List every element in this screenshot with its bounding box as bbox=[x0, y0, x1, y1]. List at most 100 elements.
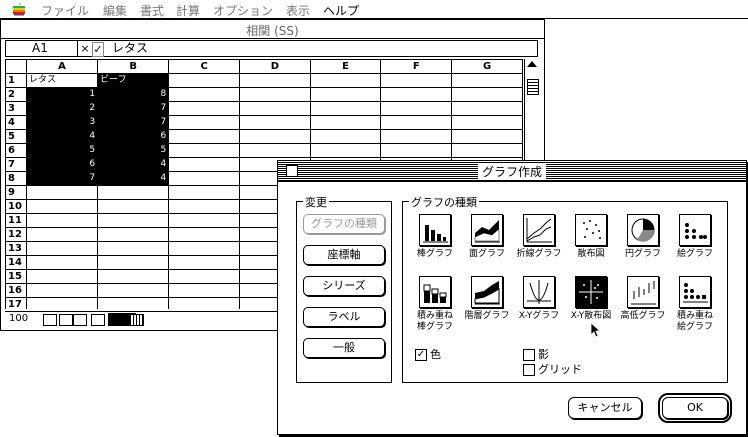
chart-type-option[interactable]: 積み重ね 絵グラフ bbox=[671, 276, 719, 333]
cancel-entry-button[interactable]: × bbox=[80, 42, 90, 55]
row-header[interactable]: 2 bbox=[5, 87, 27, 102]
column-header[interactable]: B bbox=[97, 59, 170, 74]
cell[interactable]: 7 bbox=[25, 171, 99, 186]
stacked-pictograph-chart-icon[interactable] bbox=[679, 276, 711, 308]
cell[interactable] bbox=[309, 143, 382, 158]
cell[interactable]: 4 bbox=[97, 171, 170, 186]
cell[interactable]: 4 bbox=[25, 129, 99, 144]
cell[interactable] bbox=[168, 227, 240, 242]
cell[interactable] bbox=[168, 129, 240, 144]
bar-chart-icon[interactable] bbox=[419, 214, 451, 246]
grid-checkbox[interactable] bbox=[523, 364, 535, 376]
cell[interactable] bbox=[380, 73, 453, 88]
cell[interactable] bbox=[25, 227, 99, 242]
cell[interactable]: 7 bbox=[97, 115, 170, 130]
scroll-up-arrow-icon[interactable] bbox=[527, 61, 537, 67]
column-header[interactable]: A bbox=[25, 59, 99, 74]
stacked-bar-chart-icon[interactable] bbox=[419, 276, 451, 308]
row-header[interactable]: 6 bbox=[5, 143, 27, 158]
row-header[interactable]: 10 bbox=[5, 199, 27, 214]
cell[interactable]: 4 bbox=[97, 157, 170, 172]
form-view-icon[interactable] bbox=[73, 314, 87, 326]
row-header[interactable]: 7 bbox=[5, 157, 27, 172]
cell[interactable] bbox=[168, 297, 240, 309]
cell[interactable] bbox=[97, 297, 170, 309]
cell[interactable] bbox=[97, 213, 170, 228]
cell[interactable]: 5 bbox=[97, 143, 170, 158]
cell[interactable] bbox=[238, 101, 311, 116]
chart-type-option[interactable]: 面グラフ bbox=[463, 214, 511, 260]
mountain-view-icon[interactable] bbox=[43, 314, 57, 326]
layered-area-chart-icon[interactable] bbox=[471, 276, 503, 308]
cell[interactable] bbox=[380, 101, 453, 116]
cell-reference[interactable]: A1 bbox=[6, 41, 78, 56]
high-low-chart-icon[interactable] bbox=[627, 276, 659, 308]
scatter-chart-icon[interactable] bbox=[575, 214, 607, 246]
cell[interactable] bbox=[451, 73, 523, 88]
cell[interactable] bbox=[97, 269, 170, 284]
cell[interactable]: 2 bbox=[25, 101, 99, 116]
cell[interactable]: 3 bbox=[25, 115, 99, 130]
cell[interactable] bbox=[168, 73, 240, 88]
cell[interactable] bbox=[168, 143, 240, 158]
cell[interactable] bbox=[168, 213, 240, 228]
tool-icon[interactable] bbox=[91, 314, 105, 326]
row-header[interactable]: 9 bbox=[5, 185, 27, 200]
row-header[interactable]: 8 bbox=[5, 171, 27, 186]
cell[interactable] bbox=[97, 199, 170, 214]
row-header[interactable]: 3 bbox=[5, 101, 27, 116]
cell[interactable]: 6 bbox=[97, 129, 170, 144]
menu-options[interactable]: オプション bbox=[213, 2, 273, 19]
color-checkbox[interactable]: ✓ bbox=[415, 349, 427, 361]
cell[interactable] bbox=[238, 115, 311, 130]
cell[interactable] bbox=[25, 199, 99, 214]
cell[interactable]: ビーフ bbox=[97, 73, 170, 88]
column-header[interactable]: F bbox=[380, 59, 453, 74]
line-chart-icon[interactable] bbox=[523, 214, 555, 246]
corner-cell[interactable] bbox=[5, 59, 27, 74]
dialog-title-bar[interactable]: グラフ作成 bbox=[278, 161, 746, 182]
cell[interactable] bbox=[97, 283, 170, 298]
confirm-entry-button[interactable]: ✓ bbox=[92, 42, 104, 57]
cell[interactable]: 5 bbox=[25, 143, 99, 158]
cell[interactable] bbox=[97, 185, 170, 200]
chart-view-icon[interactable] bbox=[59, 314, 73, 326]
cell[interactable] bbox=[451, 129, 523, 144]
cell[interactable] bbox=[168, 87, 240, 102]
cell[interactable] bbox=[168, 101, 240, 116]
menu-view[interactable]: 表示 bbox=[286, 2, 310, 19]
chart-type-option[interactable]: 積み重ね 棒グラフ bbox=[411, 276, 459, 333]
cell[interactable]: 6 bbox=[25, 157, 99, 172]
chart-type-option[interactable]: X-Yグラフ bbox=[515, 276, 563, 322]
zoom-level[interactable]: 100 bbox=[9, 313, 28, 324]
shadow-checkbox[interactable] bbox=[523, 349, 535, 361]
axes-button[interactable]: 座標軸 bbox=[303, 245, 385, 265]
cell[interactable] bbox=[97, 255, 170, 270]
cell[interactable]: レタス bbox=[25, 73, 99, 88]
horizontal-scroll-thumb[interactable] bbox=[130, 314, 144, 326]
cancel-button[interactable]: キャンセル bbox=[568, 397, 642, 419]
chart-type-option[interactable]: 階層グラフ bbox=[463, 276, 511, 322]
window-title-bar[interactable]: 相関 (SS) bbox=[1, 20, 544, 39]
scroll-thumb[interactable] bbox=[527, 79, 539, 95]
series-button[interactable]: シリーズ bbox=[303, 276, 385, 296]
column-header[interactable]: D bbox=[238, 59, 311, 74]
cell[interactable] bbox=[25, 213, 99, 228]
xy-scatter-chart-icon[interactable] bbox=[575, 276, 607, 308]
cell[interactable] bbox=[451, 143, 523, 158]
cell[interactable] bbox=[168, 255, 240, 270]
row-header[interactable]: 4 bbox=[5, 115, 27, 130]
cell[interactable] bbox=[25, 269, 99, 284]
xy-line-chart-icon[interactable] bbox=[523, 276, 555, 308]
chart-type-option[interactable]: X-Y散布図 bbox=[567, 276, 615, 322]
row-header[interactable]: 14 bbox=[5, 255, 27, 270]
cell[interactable] bbox=[380, 143, 453, 158]
menu-calculate[interactable]: 計算 bbox=[176, 2, 200, 19]
cell[interactable] bbox=[168, 241, 240, 256]
cell[interactable] bbox=[25, 297, 99, 309]
cell[interactable]: 8 bbox=[97, 87, 170, 102]
cell[interactable] bbox=[25, 255, 99, 270]
cell[interactable] bbox=[25, 241, 99, 256]
cell[interactable] bbox=[451, 101, 523, 116]
column-header[interactable]: E bbox=[309, 59, 382, 74]
